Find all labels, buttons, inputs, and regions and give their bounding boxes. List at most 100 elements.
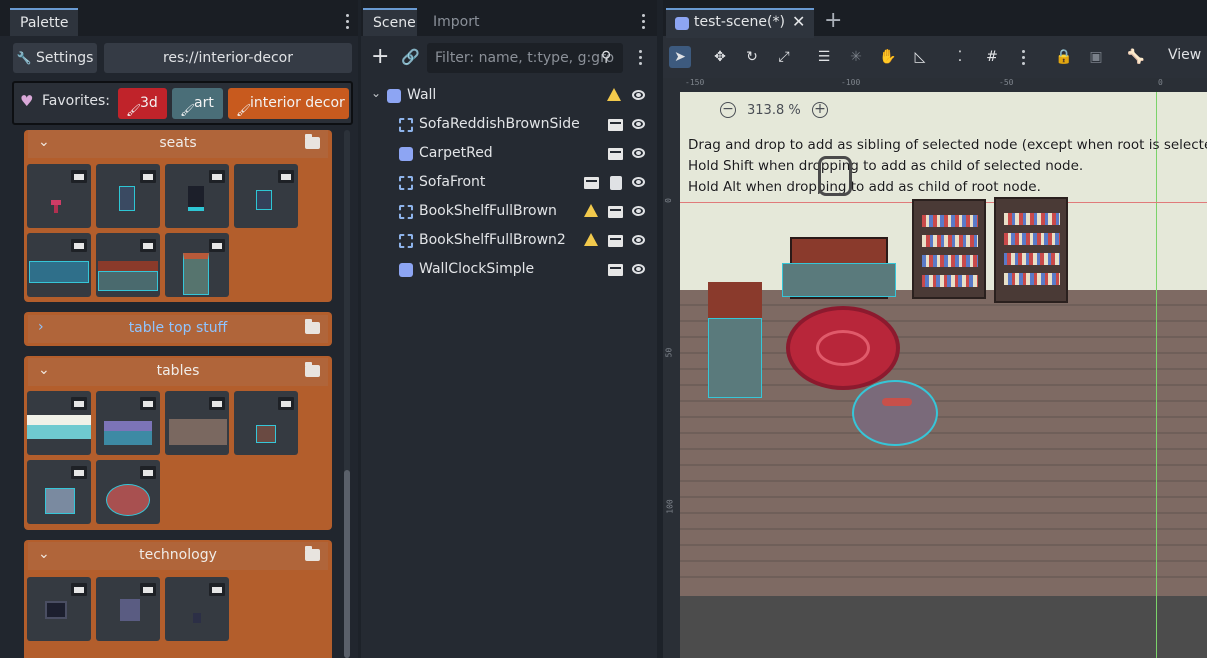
warning-icon[interactable] [584, 233, 598, 246]
folder-icon[interactable] [305, 319, 320, 334]
bone-icon[interactable]: 🦴 [1125, 46, 1147, 68]
scene-instance-icon[interactable] [608, 264, 623, 276]
chevron-down-icon[interactable]: ⌄ [371, 86, 381, 100]
filter-input[interactable]: Filter: name, t:type, g:gro [427, 43, 623, 73]
asset-tile[interactable] [96, 460, 160, 524]
section-header[interactable]: ⌄ technology [28, 542, 328, 570]
sofa-front-sprite[interactable] [782, 237, 896, 299]
smart-snap-icon[interactable]: ⁚ [949, 46, 971, 68]
visibility-eye-icon[interactable] [632, 235, 645, 245]
asset-tile[interactable] [234, 164, 298, 228]
scene-menu-icon[interactable] [642, 14, 646, 32]
favorite-chip-3d[interactable]: 🖌 3d [118, 88, 167, 119]
palette-sections[interactable]: ⌄ seats › table top stuff ⌄ tables ⌄ tec… [0, 130, 358, 658]
asset-tile[interactable] [27, 577, 91, 641]
scene-instance-icon[interactable] [608, 148, 623, 160]
lock-icon[interactable]: 🔒 [1053, 46, 1075, 68]
asset-tile[interactable] [96, 164, 160, 228]
warning-icon[interactable] [607, 88, 621, 101]
visibility-eye-icon[interactable] [632, 206, 645, 216]
snap-options-icon[interactable] [1022, 50, 1026, 68]
tree-node-carpetred[interactable]: CarpetRed [361, 139, 657, 168]
ruler-tool-icon[interactable]: ◺ [909, 46, 931, 68]
scene-instance-icon[interactable] [584, 177, 599, 189]
sprite-node-icon [399, 147, 413, 161]
clapper-icon [71, 239, 87, 252]
filter-options-icon[interactable] [639, 50, 643, 68]
bookshelf-sprite[interactable] [912, 199, 986, 299]
select-tool-icon[interactable]: ➤ [669, 46, 691, 68]
asset-tile[interactable] [27, 164, 91, 228]
tree-node-wallclocksimple[interactable]: WallClockSimple [361, 255, 657, 284]
folder-icon[interactable] [305, 134, 320, 149]
close-icon[interactable]: ✕ [792, 12, 805, 31]
section-header[interactable]: ⌄ tables [28, 358, 328, 386]
visibility-eye-icon[interactable] [632, 177, 645, 187]
scene-instance-icon[interactable] [608, 235, 623, 247]
asset-tile[interactable] [234, 391, 298, 455]
ruler-vertical[interactable]: 0 50 100 [663, 78, 680, 658]
sofa-side-sprite[interactable] [708, 282, 762, 398]
drag-hint-2: Hold Shift when dropping to add as child… [688, 158, 1084, 174]
canvas-viewport[interactable]: − 313.8 % + Drag and drop to add as sibl… [680, 92, 1207, 658]
asset-tile[interactable] [96, 577, 160, 641]
link-icon[interactable]: 🔗 [401, 48, 420, 66]
script-icon[interactable] [610, 176, 622, 190]
section-header[interactable]: ⌄ seats [28, 130, 328, 158]
asset-tile[interactable] [96, 391, 160, 455]
visibility-eye-icon[interactable] [632, 119, 645, 129]
tree-node-sofafront[interactable]: SofaFront [361, 168, 657, 197]
tab-palette[interactable]: Palette [10, 8, 78, 36]
tab-scene[interactable]: Scene [363, 8, 417, 36]
visibility-eye-icon[interactable] [632, 148, 645, 158]
carpet-red-sprite[interactable] [786, 306, 900, 390]
scale-tool-icon[interactable]: ⤢ [773, 46, 795, 68]
group-icon[interactable]: ▣ [1085, 46, 1107, 68]
zoom-level[interactable]: 313.8 % [747, 103, 801, 118]
tree-node-sofareddishbrownside[interactable]: SofaReddishBrownSide [361, 110, 657, 139]
pan-tool-icon[interactable]: ✋ [877, 46, 899, 68]
asset-tile[interactable] [165, 164, 229, 228]
favorite-chip-art[interactable]: 🖌 art [172, 88, 223, 119]
grid-snap-icon[interactable]: # [981, 46, 1003, 68]
move-tool-icon[interactable]: ✥ [709, 46, 731, 68]
folder-icon[interactable] [305, 362, 320, 377]
folder-icon[interactable] [305, 546, 320, 561]
favorite-chip-interior-decor[interactable]: 🖌 interior decor [228, 88, 349, 119]
ruler-horizontal[interactable]: -150 -100 -50 0 [663, 78, 1207, 92]
round-table-sprite[interactable] [852, 380, 938, 446]
section-header[interactable]: › table top stuff [28, 315, 328, 343]
asset-tile[interactable] [165, 577, 229, 641]
settings-button[interactable]: 🔧 Settings [13, 43, 97, 73]
wall-clock-sprite[interactable] [818, 156, 852, 196]
asset-tile[interactable] [96, 233, 160, 297]
scene-instance-icon[interactable] [608, 119, 623, 131]
visibility-eye-icon[interactable] [632, 90, 645, 100]
view-menu[interactable]: View [1168, 47, 1201, 63]
ruler-label: -150 [685, 78, 705, 87]
tree-node-bookshelffullbrown2[interactable]: BookShelfFullBrown2 [361, 226, 657, 255]
asset-tile[interactable] [27, 460, 91, 524]
warning-icon[interactable] [584, 204, 598, 217]
list-select-icon[interactable]: ☰ [813, 46, 835, 68]
new-tab-icon[interactable]: + [824, 8, 842, 33]
tab-test-scene[interactable]: test-scene(*) ✕ [666, 8, 814, 38]
bookshelf-2-sprite[interactable] [994, 197, 1068, 303]
asset-tile[interactable] [165, 391, 229, 455]
pivot-tool-icon[interactable]: ✳ [845, 46, 867, 68]
scene-instance-icon[interactable] [608, 206, 623, 218]
zoom-out-icon[interactable]: − [720, 102, 736, 118]
tree-node-bookshelffullbrown[interactable]: BookShelfFullBrown [361, 197, 657, 226]
zoom-in-icon[interactable]: + [812, 102, 828, 118]
rotate-tool-icon[interactable]: ↻ [741, 46, 763, 68]
palette-scrollbar-thumb[interactable] [344, 470, 350, 658]
tab-import[interactable]: Import [423, 8, 485, 36]
palette-menu-icon[interactable] [346, 14, 350, 32]
tree-root-wall[interactable]: ⌄ Wall [361, 81, 657, 110]
visibility-eye-icon[interactable] [632, 264, 645, 274]
asset-tile[interactable] [27, 391, 91, 455]
add-node-icon[interactable]: + [371, 45, 389, 69]
path-field[interactable]: res://interior-decor [104, 43, 352, 73]
asset-tile[interactable] [27, 233, 91, 297]
asset-tile[interactable] [165, 233, 229, 297]
